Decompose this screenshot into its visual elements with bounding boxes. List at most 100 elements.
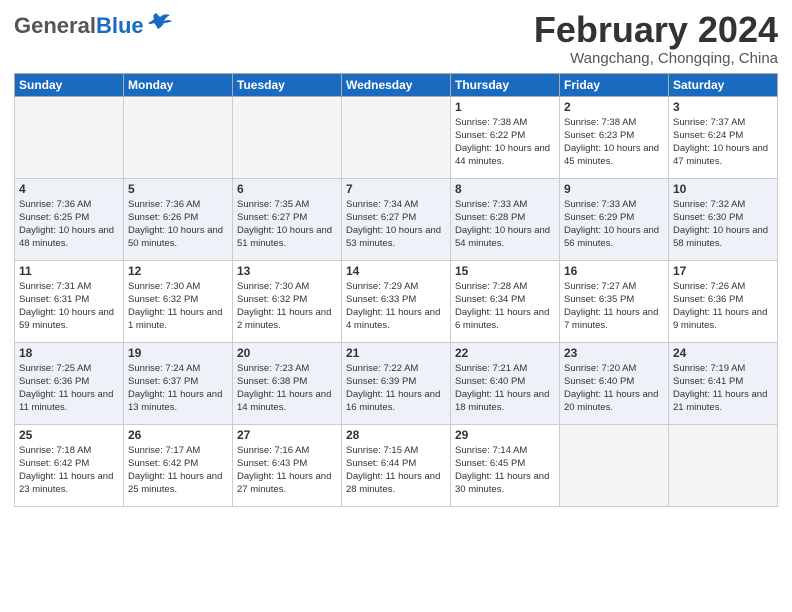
day-info: Sunrise: 7:33 AM Sunset: 6:28 PM Dayligh…	[455, 198, 555, 251]
calendar-cell: 17 Sunrise: 7:26 AM Sunset: 6:36 PM Dayli…	[669, 260, 778, 342]
calendar-cell: 12 Sunrise: 7:30 AM Sunset: 6:32 PM Dayli…	[124, 260, 233, 342]
main-title: February 2024	[534, 10, 778, 50]
calendar-cell: 21 Sunrise: 7:22 AM Sunset: 6:39 PM Dayli…	[342, 342, 451, 424]
calendar-cell: 4Sunrise: 7:36 AM Sunset: 6:25 PM Daylig…	[15, 178, 124, 260]
calendar-cell: 9 Sunrise: 7:33 AM Sunset: 6:29 PM Daylig…	[560, 178, 669, 260]
week-row-2: 4Sunrise: 7:36 AM Sunset: 6:25 PM Daylig…	[15, 178, 778, 260]
calendar-cell: 29 Sunrise: 7:14 AM Sunset: 6:45 PM Dayli…	[451, 424, 560, 506]
week-row-1: 1 Sunrise: 7:38 AM Sunset: 6:22 PM Daylig…	[15, 96, 778, 178]
calendar-cell: 3 Sunrise: 7:37 AM Sunset: 6:24 PM Daylig…	[669, 96, 778, 178]
day-info: Sunrise: 7:30 AM Sunset: 6:32 PM Dayligh…	[237, 280, 337, 333]
day-info: Sunrise: 7:30 AM Sunset: 6:32 PM Dayligh…	[128, 280, 228, 333]
day-info: Sunrise: 7:29 AM Sunset: 6:33 PM Dayligh…	[346, 280, 446, 333]
title-block: February 2024 Wangchang, Chongqing, Chin…	[534, 10, 778, 67]
day-number: 20	[237, 346, 337, 360]
logo-bird-icon	[146, 13, 174, 35]
calendar-cell: 14 Sunrise: 7:29 AM Sunset: 6:33 PM Dayli…	[342, 260, 451, 342]
day-info: Sunrise: 7:32 AM Sunset: 6:30 PM Dayligh…	[673, 198, 773, 251]
calendar-cell: 18 Sunrise: 7:25 AM Sunset: 6:36 PM Dayli…	[15, 342, 124, 424]
calendar-cell	[124, 96, 233, 178]
col-saturday: Saturday	[669, 73, 778, 96]
day-number: 6	[237, 182, 337, 196]
col-sunday: Sunday	[15, 73, 124, 96]
day-number: 28	[346, 428, 446, 442]
day-info: Sunrise: 7:38 AM Sunset: 6:23 PM Dayligh…	[564, 116, 664, 169]
col-friday: Friday	[560, 73, 669, 96]
logo: GeneralBlue	[14, 14, 174, 38]
calendar-cell: 6 Sunrise: 7:35 AM Sunset: 6:27 PM Daylig…	[233, 178, 342, 260]
day-info: Sunrise: 7:20 AM Sunset: 6:40 PM Dayligh…	[564, 362, 664, 415]
day-info: Sunrise: 7:23 AM Sunset: 6:38 PM Dayligh…	[237, 362, 337, 415]
day-info: Sunrise: 7:31 AM Sunset: 6:31 PM Dayligh…	[19, 280, 119, 333]
calendar-cell: 28 Sunrise: 7:15 AM Sunset: 6:44 PM Dayli…	[342, 424, 451, 506]
day-number: 17	[673, 264, 773, 278]
calendar-cell: 2 Sunrise: 7:38 AM Sunset: 6:23 PM Daylig…	[560, 96, 669, 178]
day-number: 19	[128, 346, 228, 360]
day-info: Sunrise: 7:14 AM Sunset: 6:45 PM Dayligh…	[455, 444, 555, 497]
week-row-4: 18 Sunrise: 7:25 AM Sunset: 6:36 PM Dayli…	[15, 342, 778, 424]
day-info: Sunrise: 7:21 AM Sunset: 6:40 PM Dayligh…	[455, 362, 555, 415]
day-info: Sunrise: 7:25 AM Sunset: 6:36 PM Dayligh…	[19, 362, 119, 415]
day-info: Sunrise: 7:34 AM Sunset: 6:27 PM Dayligh…	[346, 198, 446, 251]
day-number: 24	[673, 346, 773, 360]
day-number: 13	[237, 264, 337, 278]
page-container: GeneralBlue February 2024 Wangchang, Cho…	[0, 0, 792, 612]
calendar-cell: 10 Sunrise: 7:32 AM Sunset: 6:30 PM Dayli…	[669, 178, 778, 260]
day-number: 7	[346, 182, 446, 196]
day-info: Sunrise: 7:22 AM Sunset: 6:39 PM Dayligh…	[346, 362, 446, 415]
calendar-cell: 8 Sunrise: 7:33 AM Sunset: 6:28 PM Daylig…	[451, 178, 560, 260]
day-number: 11	[19, 264, 119, 278]
day-info: Sunrise: 7:18 AM Sunset: 6:42 PM Dayligh…	[19, 444, 119, 497]
day-number: 12	[128, 264, 228, 278]
calendar-cell: 26Sunrise: 7:17 AM Sunset: 6:42 PM Dayli…	[124, 424, 233, 506]
calendar-table: Sunday Monday Tuesday Wednesday Thursday…	[14, 73, 778, 507]
day-info: Sunrise: 7:36 AM Sunset: 6:25 PM Dayligh…	[19, 198, 119, 251]
day-number: 18	[19, 346, 119, 360]
calendar-cell	[669, 424, 778, 506]
subtitle: Wangchang, Chongqing, China	[534, 50, 778, 67]
logo-blue: Blue	[96, 13, 144, 38]
calendar-cell: 19Sunrise: 7:24 AM Sunset: 6:37 PM Dayli…	[124, 342, 233, 424]
day-number: 25	[19, 428, 119, 442]
col-tuesday: Tuesday	[233, 73, 342, 96]
calendar-cell: 22 Sunrise: 7:21 AM Sunset: 6:40 PM Dayli…	[451, 342, 560, 424]
calendar-cell: 16Sunrise: 7:27 AM Sunset: 6:35 PM Dayli…	[560, 260, 669, 342]
calendar-cell: 11 Sunrise: 7:31 AM Sunset: 6:31 PM Dayli…	[15, 260, 124, 342]
week-row-3: 11 Sunrise: 7:31 AM Sunset: 6:31 PM Dayli…	[15, 260, 778, 342]
day-number: 8	[455, 182, 555, 196]
day-number: 29	[455, 428, 555, 442]
day-number: 14	[346, 264, 446, 278]
logo-general: General	[14, 13, 96, 38]
calendar-cell: 23 Sunrise: 7:20 AM Sunset: 6:40 PM Dayli…	[560, 342, 669, 424]
day-info: Sunrise: 7:33 AM Sunset: 6:29 PM Dayligh…	[564, 198, 664, 251]
calendar-cell: 27Sunrise: 7:16 AM Sunset: 6:43 PM Dayli…	[233, 424, 342, 506]
day-number: 16	[564, 264, 664, 278]
day-info: Sunrise: 7:35 AM Sunset: 6:27 PM Dayligh…	[237, 198, 337, 251]
day-number: 15	[455, 264, 555, 278]
calendar-cell: 1 Sunrise: 7:38 AM Sunset: 6:22 PM Daylig…	[451, 96, 560, 178]
day-info: Sunrise: 7:19 AM Sunset: 6:41 PM Dayligh…	[673, 362, 773, 415]
day-info: Sunrise: 7:36 AM Sunset: 6:26 PM Dayligh…	[128, 198, 228, 251]
calendar-cell: 13 Sunrise: 7:30 AM Sunset: 6:32 PM Dayli…	[233, 260, 342, 342]
day-number: 10	[673, 182, 773, 196]
day-info: Sunrise: 7:37 AM Sunset: 6:24 PM Dayligh…	[673, 116, 773, 169]
col-thursday: Thursday	[451, 73, 560, 96]
day-number: 26	[128, 428, 228, 442]
calendar-cell	[233, 96, 342, 178]
day-number: 23	[564, 346, 664, 360]
day-info: Sunrise: 7:15 AM Sunset: 6:44 PM Dayligh…	[346, 444, 446, 497]
day-number: 21	[346, 346, 446, 360]
day-info: Sunrise: 7:38 AM Sunset: 6:22 PM Dayligh…	[455, 116, 555, 169]
calendar-cell: 25 Sunrise: 7:18 AM Sunset: 6:42 PM Dayli…	[15, 424, 124, 506]
day-number: 1	[455, 100, 555, 114]
day-info: Sunrise: 7:28 AM Sunset: 6:34 PM Dayligh…	[455, 280, 555, 333]
day-number: 3	[673, 100, 773, 114]
day-info: Sunrise: 7:26 AM Sunset: 6:36 PM Dayligh…	[673, 280, 773, 333]
calendar-cell: 20 Sunrise: 7:23 AM Sunset: 6:38 PM Dayli…	[233, 342, 342, 424]
day-number: 2	[564, 100, 664, 114]
calendar-cell	[342, 96, 451, 178]
day-number: 9	[564, 182, 664, 196]
day-number: 22	[455, 346, 555, 360]
calendar-cell: 24 Sunrise: 7:19 AM Sunset: 6:41 PM Dayli…	[669, 342, 778, 424]
day-number: 5	[128, 182, 228, 196]
